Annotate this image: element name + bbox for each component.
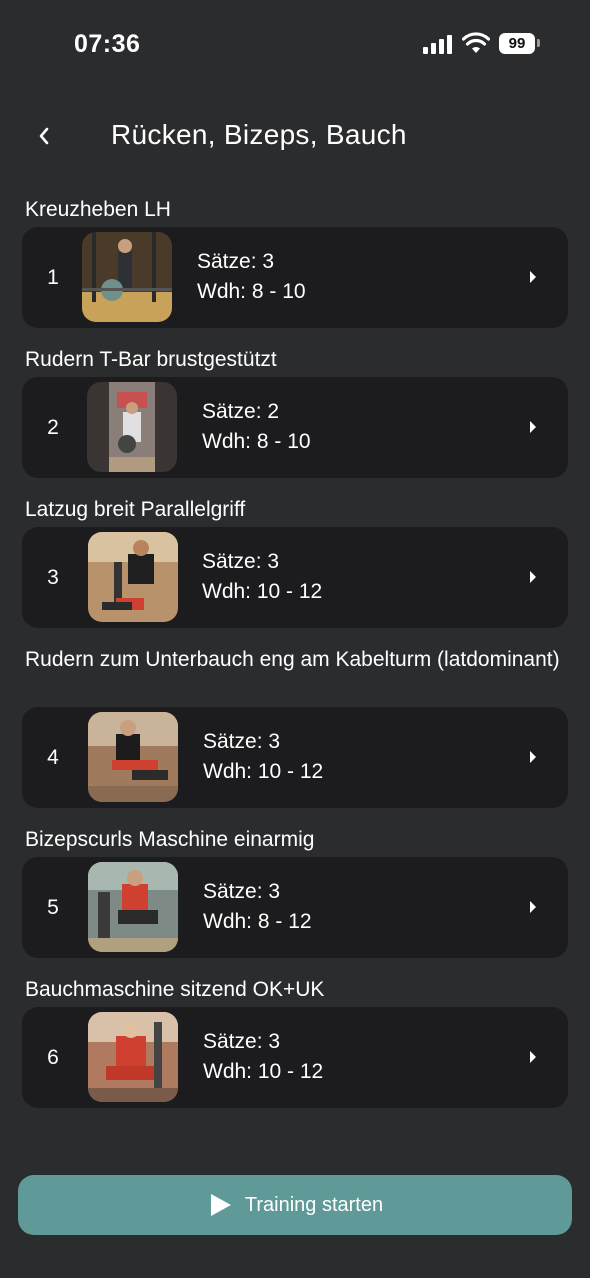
start-training-label: Training starten (244, 1193, 384, 1216)
play-icon (210, 1194, 231, 1216)
battery-icon: 99 (499, 33, 535, 54)
exercise-title: Rudern zum Unterbauch eng am Kabelturm (… (25, 648, 560, 671)
exercise-title: Bauchmaschine sitzend OK+UK (25, 978, 325, 1001)
status-time: 07:36 (74, 30, 141, 58)
exercise-thumbnail (88, 1012, 178, 1102)
exercise-reps: Wdh: 8 - 10 (202, 430, 311, 453)
exercise-card[interactable]: 2 Sätze: 2 Wdh: 8 - 10 (22, 377, 568, 478)
exercise-thumbnail (88, 532, 178, 622)
exercise-card[interactable]: 3 Sätze: 3 Wdh: 10 - 12 (22, 527, 568, 628)
exercise-card[interactable]: 5 Sätze: 3 Wdh: 8 - 12 (22, 857, 568, 958)
exercise-card[interactable]: 1 Sätze: 3 Wdh: 8 - 10 (22, 227, 568, 328)
chevron-right-icon (530, 901, 536, 913)
page-title: Rücken, Bizeps, Bauch (111, 119, 407, 150)
chevron-left-icon (39, 127, 49, 145)
chevron-right-icon (530, 421, 536, 433)
header: Rücken, Bizeps, Bauch (0, 110, 590, 162)
exercise-sets: Sätze: 2 (202, 400, 280, 423)
exercise-reps: Wdh: 10 - 12 (202, 580, 323, 603)
exercise-sets: Sätze: 3 (203, 1030, 281, 1053)
exercise-index: 2 (47, 416, 59, 439)
exercise-title: Kreuzheben LH (25, 198, 171, 221)
exercise-reps: Wdh: 10 - 12 (203, 1060, 324, 1083)
exercise-card[interactable]: 4 Sätze: 3 Wdh: 10 - 12 (22, 707, 568, 808)
chevron-right-icon (530, 571, 536, 583)
exercise-index: 3 (47, 566, 59, 589)
exercise-sets: Sätze: 3 (197, 250, 275, 273)
exercise-index: 6 (47, 1046, 59, 1069)
exercise-sets: Sätze: 3 (202, 550, 280, 573)
exercise-sets: Sätze: 3 (203, 880, 281, 903)
exercise-thumbnail (88, 712, 178, 802)
exercise-reps: Wdh: 8 - 10 (197, 280, 306, 303)
status-bar: 07:36 99 (0, 0, 590, 90)
start-training-button[interactable]: Training starten (18, 1175, 572, 1235)
battery-tip (537, 39, 540, 47)
exercise-thumbnail (82, 232, 172, 322)
exercise-reps: Wdh: 8 - 12 (203, 910, 312, 933)
exercise-thumbnail (88, 862, 178, 952)
exercise-thumbnail (87, 382, 177, 472)
exercise-card[interactable]: 6 Sätze: 3 Wdh: 10 - 12 (22, 1007, 568, 1108)
exercise-sets: Sätze: 3 (203, 730, 281, 753)
exercise-index: 5 (47, 896, 59, 919)
cellular-signal-icon (423, 34, 453, 54)
exercise-title: Latzug breit Parallelgriff (25, 498, 246, 521)
exercise-index: 1 (47, 266, 59, 289)
chevron-right-icon (530, 271, 536, 283)
back-button[interactable] (28, 116, 60, 156)
exercise-title: Rudern T-Bar brustgestützt (25, 348, 277, 371)
wifi-icon (462, 32, 490, 53)
exercise-title: Bizepscurls Maschine einarmig (25, 828, 315, 851)
chevron-right-icon (530, 1051, 536, 1063)
exercise-index: 4 (47, 746, 59, 769)
chevron-right-icon (530, 751, 536, 763)
exercise-reps: Wdh: 10 - 12 (203, 760, 324, 783)
